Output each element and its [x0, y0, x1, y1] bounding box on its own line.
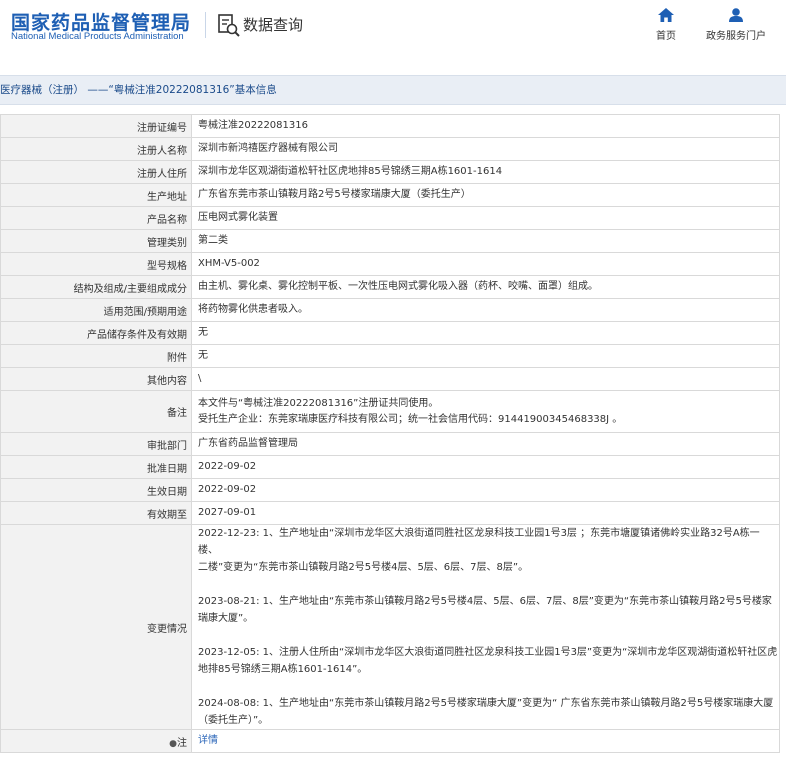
- field-value: 广东省东莞市茶山镇鞍月路2号5号楼家瑞康大厦（委托生产）: [191, 183, 780, 207]
- table-row: 批准日期 2022-09-02: [0, 455, 780, 479]
- info-table: 注册证编号 粤械注准20222081316 注册人名称 深圳市新鸿禧医疗器械有限公司注…: [0, 114, 780, 753]
- table-row: 生产地址 广东省东莞市茶山镇鞍月路2号5号楼家瑞康大厦（委托生产）: [0, 183, 780, 207]
- field-value: 无: [191, 321, 780, 345]
- table-row-changes: 变更情况 2022-12-23: 1、生产地址由“深圳市龙华区大浪街道同胜社区龙泉…: [0, 524, 780, 730]
- field-label: 附件: [0, 344, 192, 368]
- home-icon: [658, 8, 674, 22]
- table-row: 注册人名称 深圳市新鸿禧医疗器械有限公司: [0, 137, 780, 161]
- field-value: 2027-09-01: [191, 501, 780, 525]
- table-row: 产品名称 压电网式雾化装置: [0, 206, 780, 230]
- table-row: 型号规格 XHM-V5-002: [0, 252, 780, 276]
- change-entry-line: 地排85号锦绣三期A栋1601-1614”。: [198, 664, 368, 675]
- nav-gov-portal-label: 政务服务门户: [706, 31, 766, 42]
- note-value: 详情: [191, 729, 780, 753]
- field-value: 深圳市龙华区观湖街道松轩社区虎地排85号锦绣三期A栋1601-1614: [191, 160, 780, 184]
- changes-value: 2022-12-23: 1、生产地址由“深圳市龙华区大浪街道同胜社区龙泉科技工业…: [191, 524, 780, 730]
- field-label: 产品储存条件及有效期: [0, 321, 192, 345]
- site-header: 国家药品监督管理局 National Medical Products Admi…: [0, 0, 786, 58]
- details-link[interactable]: 详情: [198, 735, 218, 746]
- table-row: 管理类别 第二类: [0, 229, 780, 253]
- field-label: 注册人住所: [0, 160, 192, 184]
- field-value: XHM-V5-002: [191, 252, 780, 276]
- field-label: ●注: [0, 729, 192, 753]
- remark-line: 本文件与“粤械注准20222081316”注册证共同使用。: [198, 397, 439, 409]
- change-entry-line: 2023-08-21: 1、生产地址由“东莞市茶山镇鞍月路2号5号楼4层、5层、…: [198, 596, 772, 607]
- change-entry-line: 2024-08-08: 1、生产地址由“东莞市茶山镇鞍月路2号5号楼家瑞康大厦”…: [198, 698, 774, 709]
- field-label: 适用范围/预期用途: [0, 298, 192, 322]
- field-label: 有效期至: [0, 501, 192, 525]
- table-row-note: ●注 详情: [0, 729, 780, 753]
- table-row: 结构及组成/主要组成成分 由主机、雾化桌、雾化控制平板、一次性压电网式雾化吸入器（…: [0, 275, 780, 299]
- field-label: 备注: [0, 390, 192, 433]
- table-row: 产品储存条件及有效期无: [0, 321, 780, 345]
- field-value: 深圳市新鸿禧医疗器械有限公司: [191, 137, 780, 161]
- field-label: 生产地址: [0, 183, 192, 207]
- change-entry-line: 2022-12-23: 1、生产地址由“深圳市龙华区大浪街道同胜社区龙泉科技工业…: [198, 528, 760, 556]
- field-value: 2022-09-02: [191, 478, 780, 502]
- field-value: 广东省药品监督管理局: [191, 432, 780, 456]
- field-label: 产品名称: [0, 206, 192, 230]
- note-label: 注: [177, 737, 187, 749]
- header-divider: [205, 12, 206, 38]
- section-title: 数据查询: [243, 16, 304, 34]
- entry-spacer: [198, 627, 779, 644]
- table-row: 其他内容 \: [0, 367, 780, 391]
- remark-value: 本文件与“粤械注准20222081316”注册证共同使用。受托生产企业：东莞家瑞…: [191, 390, 780, 433]
- field-label: 注册人名称: [0, 137, 192, 161]
- field-value: 粤械注准20222081316: [191, 114, 780, 138]
- field-label: 批准日期: [0, 455, 192, 479]
- table-row: 有效期至 2027-09-01: [0, 501, 780, 525]
- table-row: 附件无: [0, 344, 780, 368]
- field-value: \: [191, 367, 780, 391]
- nav-home-label: 首页: [656, 31, 676, 42]
- field-value: 第二类: [191, 229, 780, 253]
- field-label: 变更情况: [0, 524, 192, 730]
- pin-icon: ●: [169, 738, 177, 749]
- data-query-icon: [218, 14, 240, 37]
- field-label: 管理类别: [0, 229, 192, 253]
- change-entry-line: 2023-12-05: 1、注册人住所由“深圳市龙华区大浪街道同胜社区龙泉科技工…: [198, 647, 778, 658]
- field-value: 压电网式雾化装置: [191, 206, 780, 230]
- breadcrumb: 医疗器械（注册） ——“粤械注准20222081316”基本信息: [0, 75, 786, 105]
- change-entry-line: 瑞康大厦”。: [198, 613, 254, 624]
- header-gap: [0, 58, 786, 75]
- table-row: 注册证编号 粤械注准20222081316: [0, 114, 780, 138]
- field-value: 无: [191, 344, 780, 368]
- field-label: 型号规格: [0, 252, 192, 276]
- field-label: 生效日期: [0, 478, 192, 502]
- user-icon: [729, 8, 743, 22]
- field-label: 其他内容: [0, 367, 192, 391]
- entry-spacer: [198, 576, 779, 593]
- content-gap: [0, 105, 786, 114]
- nav-gov-portal[interactable]: 政务服务门户: [700, 8, 772, 42]
- table-row: 审批部门 广东省药品监督管理局: [0, 432, 780, 456]
- field-label: 注册证编号: [0, 114, 192, 138]
- table-row: 生效日期 2022-09-02: [0, 478, 780, 502]
- table-row: 注册人住所 深圳市龙华区观湖街道松轩社区虎地排85号锦绣三期A栋1601-1614: [0, 160, 780, 184]
- remark-line: 受托生产企业：东莞家瑞康医疗科技有限公司；统一社会信用代码：9144190034…: [198, 413, 623, 425]
- field-value: 将药物雾化供患者吸入。: [191, 298, 780, 322]
- change-entry-line: 二楼”变更为“东莞市茶山镇鞍月路2号5号楼4层、5层、6层、7层、8层”。: [198, 562, 529, 573]
- field-label: 审批部门: [0, 432, 192, 456]
- field-label: 结构及组成/主要组成成分: [0, 275, 192, 299]
- table-row-remark: 备注 本文件与“粤械注准20222081316”注册证共同使用。受托生产企业：东莞…: [0, 390, 780, 433]
- logo-title-en: National Medical Products Administration: [11, 31, 184, 42]
- field-value: 2022-09-02: [191, 455, 780, 479]
- table-row: 适用范围/预期用途 将药物雾化供患者吸入。: [0, 298, 780, 322]
- change-entry-line: （委托生产）”。: [198, 715, 269, 726]
- nav-home[interactable]: 首页: [648, 8, 684, 42]
- entry-spacer: [198, 678, 779, 695]
- field-value: 由主机、雾化桌、雾化控制平板、一次性压电网式雾化吸入器（药杯、咬嘴、面罩）组成。: [191, 275, 780, 299]
